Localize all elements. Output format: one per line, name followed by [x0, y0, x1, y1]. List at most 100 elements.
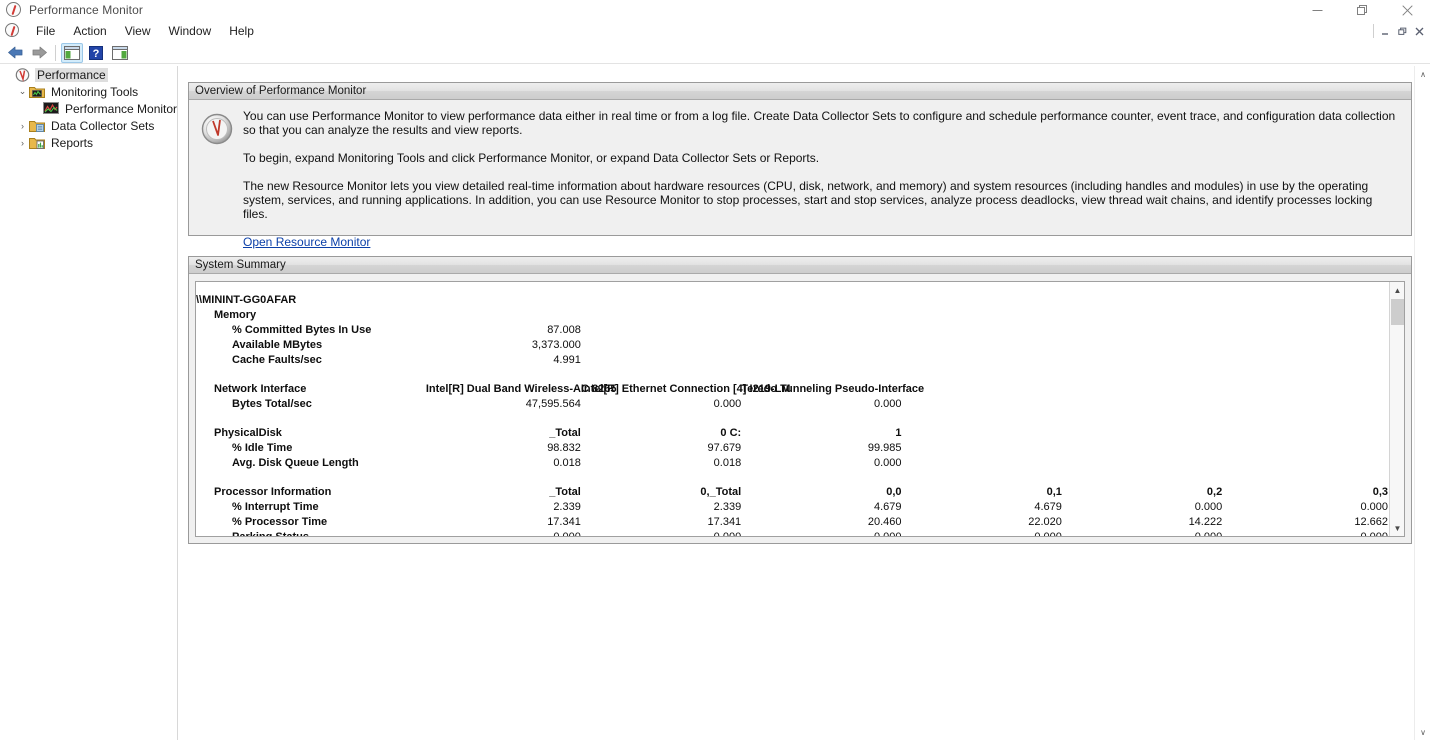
console-icon [5, 23, 21, 39]
counter-value-cell [741, 354, 901, 369]
counter-value-cell: 0.000 [713, 398, 742, 410]
counter-value-cell: 3,373.000 [531, 339, 581, 351]
column-header-cell: _Total [549, 486, 581, 498]
menu-item-help[interactable]: Help [220, 22, 263, 40]
results-pane-scrollbar[interactable]: ∧ ∨ [1414, 66, 1430, 740]
chevron-down-icon[interactable]: ⌄ [16, 85, 29, 99]
window-title: Performance Monitor [29, 3, 143, 17]
counter-value-cell [902, 324, 1062, 339]
data-collector-sets-folder-icon [29, 119, 45, 133]
counter-value-cell: 0.000 [1194, 501, 1223, 513]
column-header-cell [1062, 427, 1222, 442]
system-summary-scroll-area: \\MININT-GG0AFAR Memory % Committed Bytes … [195, 281, 1405, 537]
column-header-cell [902, 427, 1062, 442]
app-icon [6, 2, 22, 18]
counter-label-cell: Cache Faults/sec [232, 354, 322, 366]
maximize-restore-button[interactable] [1340, 0, 1385, 20]
minimize-button[interactable] [1295, 0, 1340, 20]
table-row: Bytes Total/sec 47,595.564 0.000 0.000 [196, 398, 1388, 413]
group-name-cell: Network Interface [214, 383, 307, 395]
counter-value-cell: 0.000 [713, 531, 742, 537]
counter-value-cell [1222, 354, 1388, 369]
counter-value-cell [1062, 398, 1222, 413]
scrollbar-thumb[interactable] [1391, 299, 1404, 325]
menu-item-view[interactable]: View [116, 22, 160, 40]
show-hide-action-pane-icon[interactable] [109, 43, 131, 63]
menu-item-action[interactable]: Action [64, 22, 115, 40]
table-row: % Interrupt Time 2.339 2.339 4.679 4.679 0.00… [196, 501, 1388, 516]
counter-value-cell: 2.339 [713, 501, 742, 513]
tree-item-performance[interactable]: Performance [0, 66, 177, 83]
empty-cell [902, 294, 1062, 309]
menu-item-window[interactable]: Window [160, 22, 221, 40]
overview-panel: Overview of Performance Monitor You can … [188, 82, 1412, 249]
counter-value-cell: 0.018 [713, 457, 742, 469]
counter-label-cell: % Processor Time [232, 516, 328, 528]
counter-value-cell: 0.000 [1034, 531, 1062, 537]
counter-value-cell [1062, 324, 1222, 339]
column-header-cell: 0,0 [886, 486, 902, 498]
system-summary-scrollbar[interactable]: ▲ ▼ [1389, 282, 1404, 536]
system-summary-panel: System Summary \\MININT-GG0AFAR Memory % C… [188, 256, 1412, 544]
counter-value-cell [1222, 339, 1388, 354]
tree-item-label: Performance [35, 67, 108, 82]
tree-item-label: Monitoring Tools [51, 84, 139, 99]
table-row: Available MBytes 3,373.000 [196, 339, 1388, 354]
table-row: Avg. Disk Queue Length 0.018 0.018 0.000 [196, 457, 1388, 472]
back-icon[interactable] [4, 43, 26, 63]
column-header-cell [1222, 427, 1388, 442]
mdi-close-button[interactable] [1411, 23, 1428, 39]
menu-item-file[interactable]: File [27, 22, 64, 40]
window-controls [1295, 0, 1430, 20]
overview-paragraph-1: You can use Performance Monitor to view … [243, 109, 1396, 137]
counter-value-cell: 97.679 [707, 442, 742, 454]
empty-cell [1062, 294, 1222, 309]
counter-value-cell: 99.985 [867, 442, 902, 454]
empty-cell [741, 294, 901, 309]
counter-label-cell: Parking Status [232, 531, 310, 537]
help-icon[interactable]: ? [85, 43, 107, 63]
mdi-separator [1373, 24, 1374, 38]
results-scroll-down-arrow-icon[interactable]: ∨ [1415, 724, 1430, 740]
spacer-cell [196, 472, 1388, 486]
empty-cell [581, 294, 741, 309]
chevron-right-icon[interactable]: › [16, 119, 29, 133]
reports-folder-icon [29, 136, 45, 150]
tree-item-monitoring-tools[interactable]: ⌄ Monitoring Tools [0, 83, 177, 100]
tree-item-label: Data Collector Sets [51, 118, 155, 133]
tree-item-data-collector-sets[interactable]: › Data Collector Sets [0, 117, 177, 134]
counter-value-cell [902, 398, 1062, 413]
column-header-cell [902, 309, 1062, 324]
close-button[interactable] [1385, 0, 1430, 20]
table-row-group-header: Memory [196, 309, 1388, 324]
column-header-cell [1222, 383, 1388, 398]
empty-cell [1222, 294, 1388, 309]
table-row-group-header: Network Interface Intel[R] Dual Band Wire… [196, 383, 1388, 398]
computer-name-cell: \\MININT-GG0AFAR [196, 294, 297, 306]
spacer-cell [196, 413, 1388, 427]
counter-value-cell: 0.000 [1360, 531, 1388, 537]
counter-value-cell [1062, 457, 1222, 472]
chevron-right-icon[interactable]: › [16, 136, 29, 150]
column-header-cell [902, 383, 1062, 398]
tree-item-performance-monitor[interactable]: Performance Monitor [0, 100, 177, 117]
table-row: Cache Faults/sec 4.991 [196, 354, 1388, 369]
tree-item-reports[interactable]: › Reports [0, 134, 177, 151]
results-scroll-up-arrow-icon[interactable]: ∧ [1415, 66, 1430, 82]
mdi-restore-button[interactable] [1394, 23, 1411, 39]
overview-panel-header: Overview of Performance Monitor [189, 83, 1411, 100]
counter-value-cell: 0.018 [553, 457, 581, 469]
overview-panel-body: You can use Performance Monitor to view … [189, 100, 1411, 249]
show-hide-console-tree-icon[interactable] [61, 42, 83, 63]
open-resource-monitor-link[interactable]: Open Resource Monitor [243, 235, 370, 249]
monitoring-tools-folder-icon [29, 85, 45, 99]
scroll-down-arrow-icon[interactable]: ▼ [1390, 520, 1404, 536]
forward-icon[interactable] [28, 43, 50, 63]
table-row-group-header: PhysicalDisk _Total 0 C: 1 [196, 427, 1388, 442]
counter-label-cell: Bytes Total/sec [232, 398, 312, 410]
console-tree: Performance ⌄ Monitoring Tools Performance … [0, 66, 178, 740]
scroll-up-arrow-icon[interactable]: ▲ [1390, 282, 1404, 298]
mdi-minimize-button[interactable] [1377, 23, 1394, 39]
column-header-cell: 0,3 [1372, 486, 1388, 498]
